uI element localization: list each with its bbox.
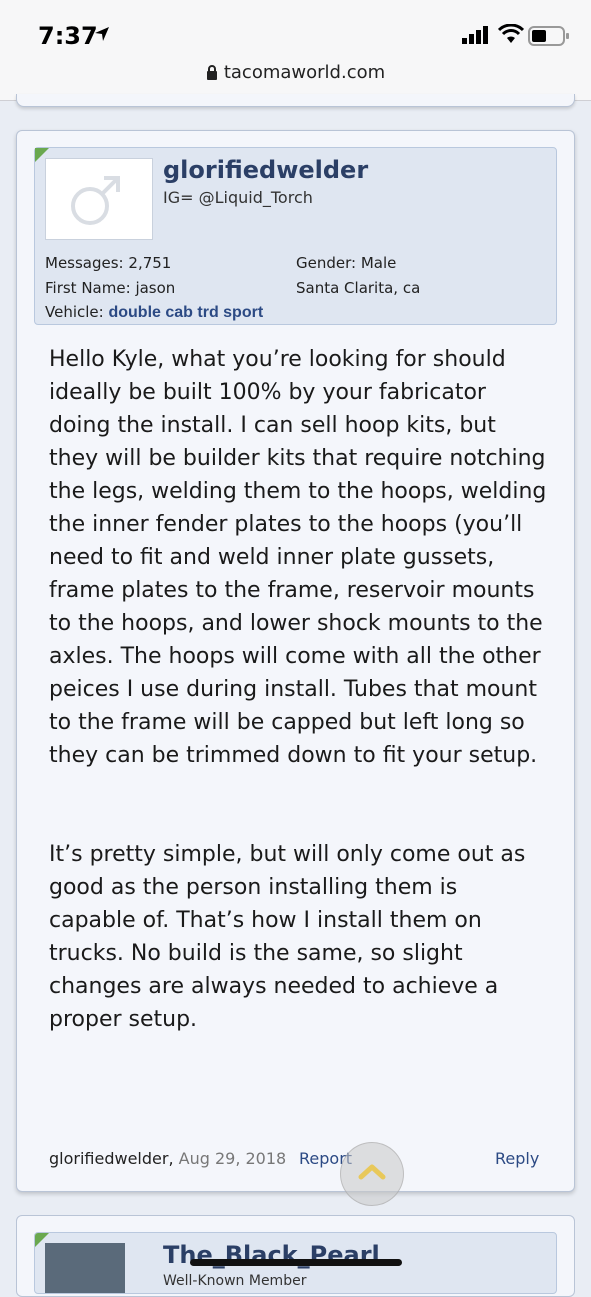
vehicle-stat: Vehicle: double cab trd sport xyxy=(45,303,263,322)
messages-value[interactable]: 2,751 xyxy=(128,254,171,272)
battery-icon xyxy=(528,26,569,46)
lock-icon xyxy=(206,65,217,80)
vehicle-label: Vehicle: xyxy=(45,303,104,321)
first-name-value: jason xyxy=(135,279,176,297)
wifi-icon xyxy=(498,24,524,43)
reply-link[interactable]: Reply xyxy=(495,1149,539,1168)
status-time: 7:37 xyxy=(38,22,98,50)
post-meta: glorifiedwelder, Aug 29, 2018 xyxy=(49,1149,286,1168)
avatar[interactable] xyxy=(45,158,153,240)
previous-post-edge xyxy=(16,94,575,107)
chevron-up-icon xyxy=(358,1164,386,1180)
post-paragraph: Hello Kyle, what you’re looking for shou… xyxy=(49,347,547,768)
location-stat: Santa Clarita, ca xyxy=(296,279,421,297)
next-forum-post: The_Black_Pearl Well-Known Member xyxy=(16,1215,575,1297)
first-name-stat: First Name: jason xyxy=(45,279,175,297)
messages-label: Messages: xyxy=(45,254,124,272)
male-symbol-icon xyxy=(71,176,120,225)
next-avatar[interactable] xyxy=(45,1243,125,1293)
post-paragraph: It’s pretty simple, but will only come o… xyxy=(49,842,526,1032)
username-link[interactable]: glorifiedwelder xyxy=(163,156,368,184)
messages-stat: Messages: 2,751 xyxy=(45,254,171,272)
cellular-signal-icon xyxy=(462,26,488,44)
post-date[interactable]: Aug 29, 2018 xyxy=(179,1149,287,1168)
gender-label: Gender: xyxy=(296,254,357,272)
location-arrow-icon xyxy=(95,27,109,41)
url-text: tacomaworld.com xyxy=(223,62,386,83)
next-user-title: Well-Known Member xyxy=(163,1273,307,1289)
user-info-block: glorifiedwelder IG= @Liquid_Torch Messag… xyxy=(34,147,557,325)
vehicle-link[interactable]: double cab trd sport xyxy=(108,304,263,321)
post-body: Hello Kyle, what you’re looking for shou… xyxy=(49,343,549,1036)
post-author-link[interactable]: glorifiedwelder, xyxy=(49,1149,174,1168)
user-title: IG= @Liquid_Torch xyxy=(163,188,313,207)
gender-stat: Gender: Male xyxy=(296,254,396,272)
address-bar[interactable]: tacomaworld.com xyxy=(0,62,591,83)
scroll-to-top-button[interactable] xyxy=(340,1142,404,1206)
gender-value: Male xyxy=(360,254,397,272)
first-name-label: First Name: xyxy=(45,279,131,297)
forum-post: glorifiedwelder IG= @Liquid_Torch Messag… xyxy=(16,130,575,1192)
ios-status-bar: 7:37 tacomaworld.com xyxy=(0,0,591,101)
home-indicator[interactable] xyxy=(190,1259,402,1266)
